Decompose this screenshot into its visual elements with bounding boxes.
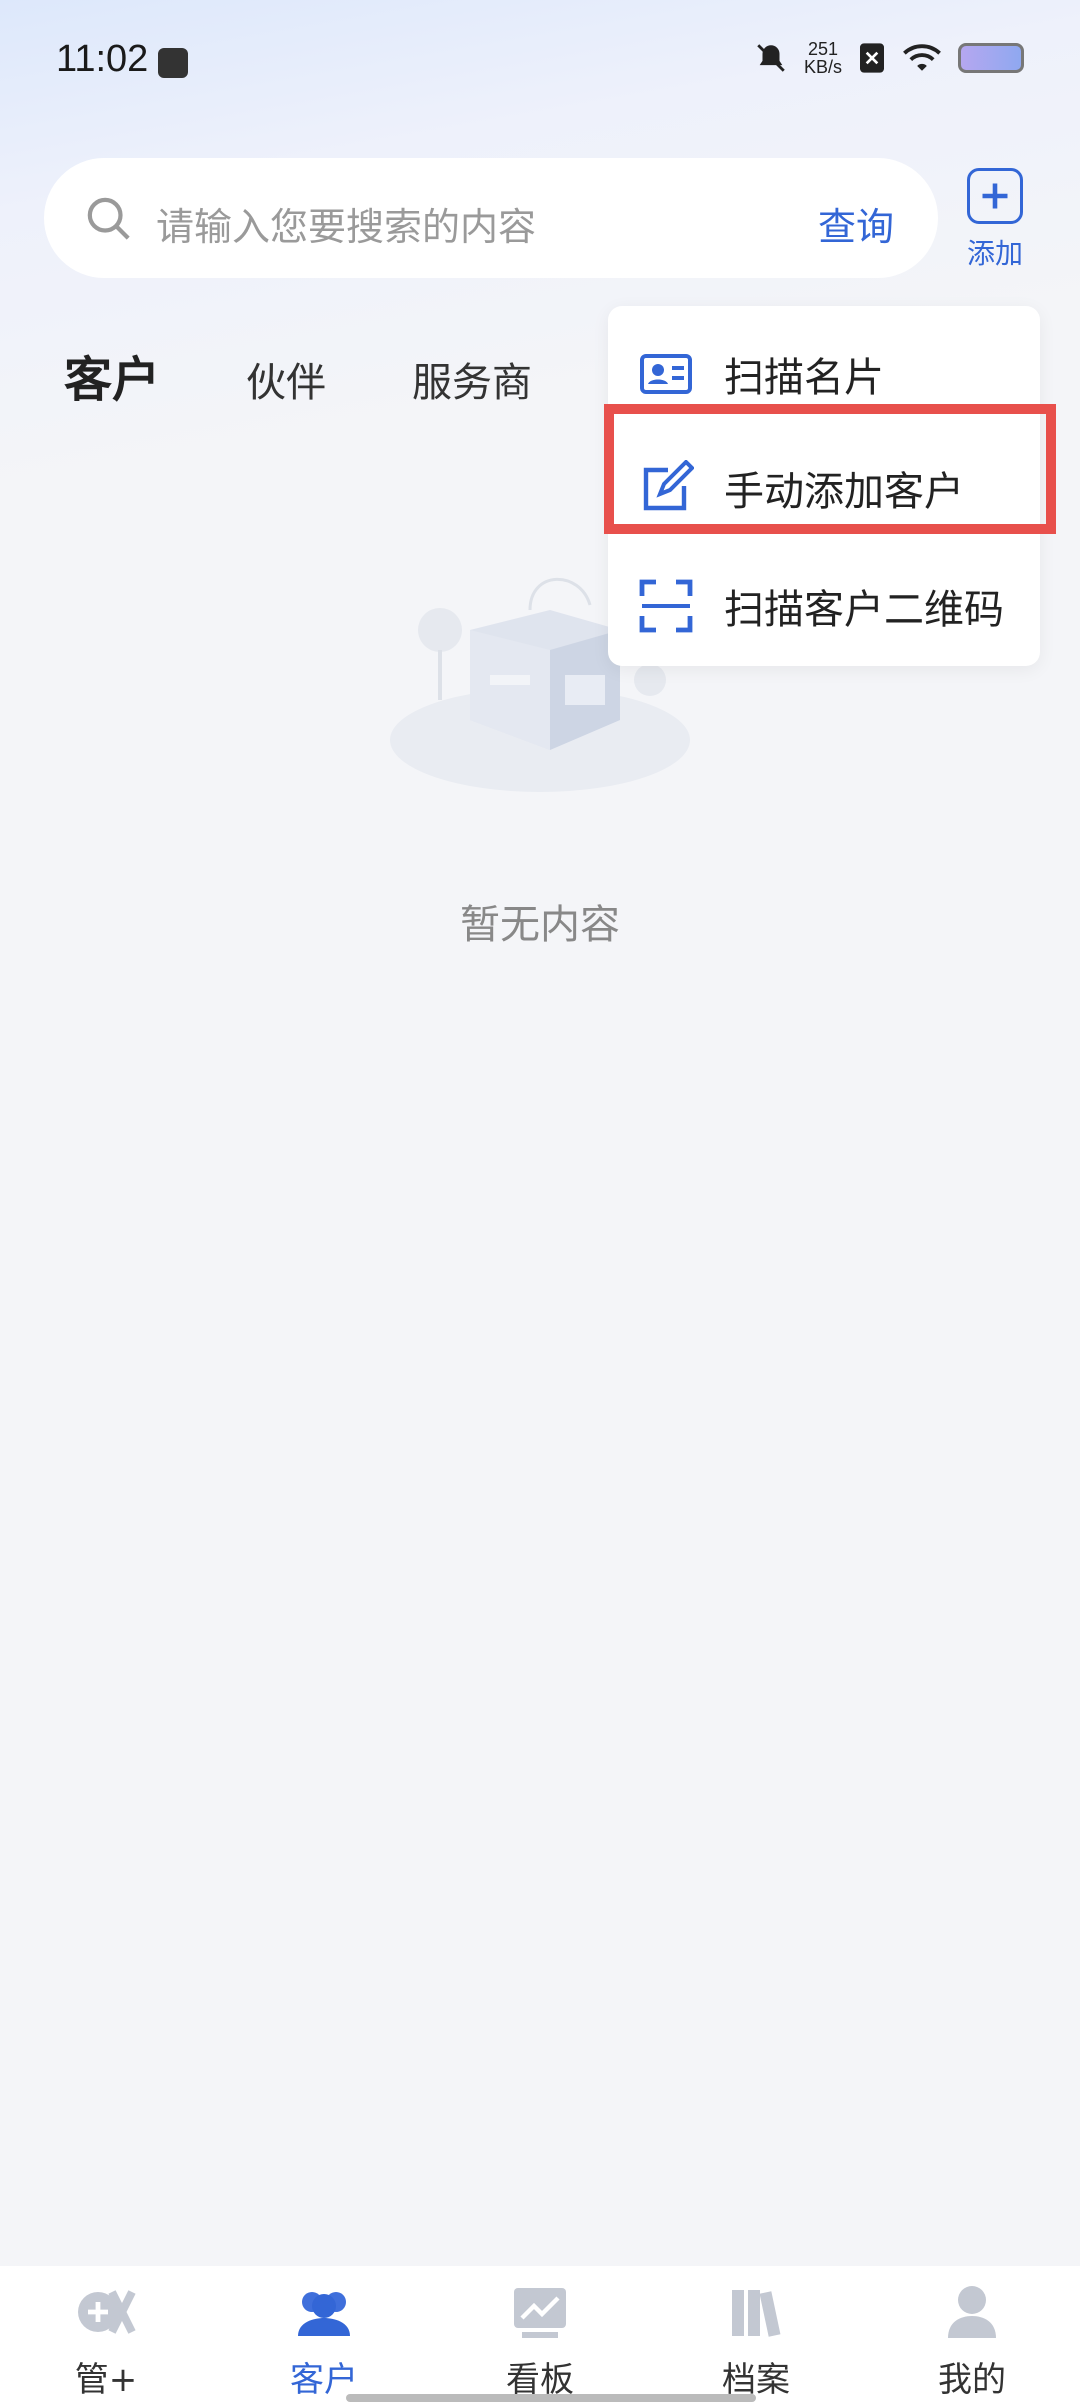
status-indicators: 251 KB/s [754, 40, 1024, 76]
menu-item-manual-add-customer[interactable]: 手动添加客户 [608, 438, 1040, 538]
add-dropdown-menu: 扫描名片 手动添加客户 扫描客户二维码 [608, 306, 1040, 666]
business-card-icon [640, 354, 692, 394]
mute-bell-icon [757, 44, 785, 72]
profile-icon [948, 2286, 996, 2338]
tab-customers[interactable]: 客户 [64, 340, 160, 410]
menu-item-scan-business-card[interactable]: 扫描名片 [608, 324, 1040, 424]
network-speed-unit: KB/s [803, 57, 842, 77]
app-notification-icon [158, 48, 188, 78]
search-query-button[interactable]: 查询 [818, 196, 894, 251]
add-button[interactable]: 添加 [962, 168, 1028, 270]
nav-item-profile[interactable]: 我的 [892, 2284, 1052, 2401]
nav-item-archive[interactable]: 档案 [676, 2284, 836, 2401]
status-bar: 11:02 251 KB/s [0, 0, 1080, 120]
nav-item-customers[interactable]: 客户 [244, 2284, 404, 2401]
add-button-label: 添加 [966, 237, 1023, 270]
network-speed-value: 251 [807, 39, 839, 59]
dashboard-icon [514, 2288, 566, 2338]
wifi-icon [903, 44, 941, 71]
menu-item-scan-customer-qr[interactable]: 扫描客户二维码 [608, 556, 1040, 656]
edit-icon [643, 460, 694, 511]
home-indicator[interactable] [346, 2394, 756, 2402]
search-input[interactable]: 请输入您要搜索的内容 [156, 196, 536, 251]
menu-item-label: 手动添加客户 [724, 469, 964, 515]
battery-icon [958, 43, 1024, 73]
archive-icon [732, 2290, 781, 2337]
plus-icon [967, 168, 1023, 224]
scan-qr-icon [639, 579, 693, 633]
nav-item-dashboard[interactable]: 看板 [460, 2284, 620, 2401]
manage-plus-icon [78, 2290, 136, 2334]
nav-item-label: 我的 [938, 2360, 1006, 2400]
status-time: 11:02 [56, 38, 149, 80]
customers-icon [298, 2292, 350, 2336]
tab-service-providers[interactable]: 服务商 [412, 350, 532, 408]
search-icon [87, 197, 130, 240]
category-tabs: 客户 伙伴 服务商 [64, 340, 618, 410]
search-bar[interactable]: 请输入您要搜索的内容 查询 [44, 158, 938, 278]
sim-off-icon [860, 43, 884, 73]
nav-item-manage-plus[interactable]: 管+ [26, 2284, 186, 2401]
menu-item-label: 扫描客户二维码 [724, 587, 1004, 633]
tab-partners[interactable]: 伙伴 [246, 350, 326, 408]
empty-state-text: 暂无内容 [460, 902, 620, 948]
menu-item-label: 扫描名片 [724, 355, 884, 401]
nav-item-label: 管+ [74, 2360, 138, 2400]
bottom-navigation: 管+ 客户 看板 档案 我的 [0, 2266, 1080, 2408]
network-speed: 251 KB/s [804, 40, 842, 76]
